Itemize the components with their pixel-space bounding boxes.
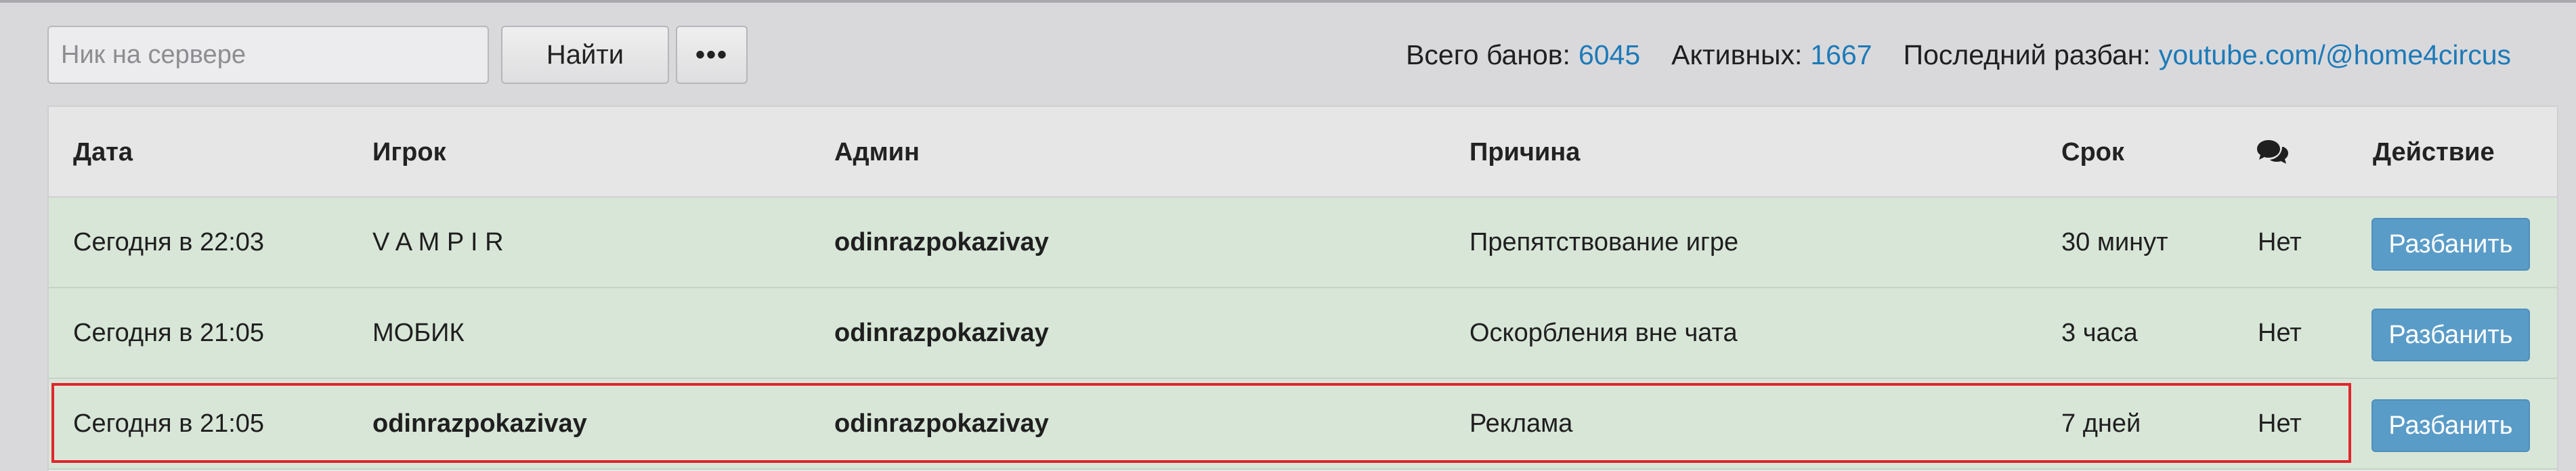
row-date: Сегодня в 22:03 (73, 227, 265, 256)
row-comments: Нет (2258, 409, 2302, 438)
row-player[interactable]: odinrazpokazivay (372, 379, 587, 468)
unban-button[interactable]: Разбанить (2371, 399, 2530, 452)
row-admin[interactable]: odinrazpokazivay (834, 379, 1049, 468)
row-reason: Оскорбления вне чата (1469, 318, 1738, 347)
header-action[interactable]: Действие (2373, 107, 2495, 198)
table-row: Сегодня в 21:05 odinrazpokazivay odinraz… (49, 379, 2557, 470)
row-reason: Препятствование игре (1469, 227, 1739, 256)
row-date: Сегодня в 21:05 (73, 409, 265, 438)
unban-button[interactable]: Разбанить (2371, 309, 2530, 361)
total-bans-value: 6045 (1578, 39, 1641, 70)
active-bans-label: Активных: (1671, 39, 1803, 70)
row-admin[interactable]: odinrazpokazivay (834, 288, 1049, 378)
table-header: Дата Игрок Админ Причина Срок Действие (49, 107, 2557, 198)
header-player[interactable]: Игрок (372, 107, 446, 198)
header-term[interactable]: Срок (2061, 107, 2124, 198)
row-comments: Нет (2258, 318, 2302, 347)
more-options-button[interactable]: ••• (676, 26, 748, 84)
unban-button[interactable]: Разбанить (2371, 218, 2530, 271)
table-row: Сегодня в 22:03 V A M P I R odinrazpokaz… (49, 198, 2557, 288)
total-bans-label: Всего банов: (1406, 39, 1570, 70)
row-comments: Нет (2258, 227, 2302, 256)
header-reason[interactable]: Причина (1469, 107, 1580, 198)
row-term: 30 минут (2061, 227, 2168, 256)
row-term: 3 часа (2061, 318, 2138, 347)
row-reason: Реклама (1469, 409, 1573, 438)
active-bans-value: 1667 (1810, 39, 1872, 70)
header-admin[interactable]: Админ (834, 107, 920, 198)
comments-icon (2256, 107, 2289, 198)
nickname-search-input[interactable] (47, 26, 489, 84)
last-unban-link[interactable]: youtube.com/@home4circus (2159, 39, 2511, 71)
bans-table: Дата Игрок Админ Причина Срок Действие С… (47, 106, 2558, 471)
table-row: Сегодня в 21:05 МОБИК odinrazpokazivay О… (49, 288, 2557, 379)
row-player[interactable]: V A M P I R (372, 198, 504, 287)
header-date[interactable]: Дата (73, 107, 133, 198)
row-admin[interactable]: odinrazpokazivay (834, 198, 1049, 287)
top-border (0, 0, 2576, 3)
row-date: Сегодня в 21:05 (73, 318, 265, 347)
row-term: 7 дней (2061, 409, 2141, 438)
ban-stats: Всего банов: 6045 Активных: 1667 Последн… (1406, 31, 2511, 78)
last-unban-label: Последний разбан: (1903, 39, 2151, 70)
find-button[interactable]: Найти (501, 26, 669, 84)
row-player[interactable]: МОБИК (372, 288, 465, 378)
